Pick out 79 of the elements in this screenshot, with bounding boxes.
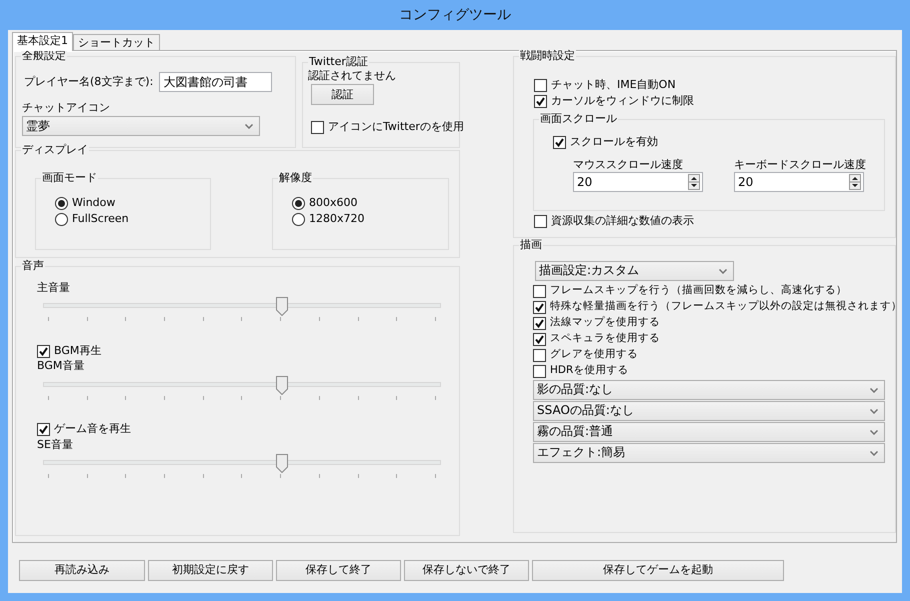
caret-icon: [870, 408, 878, 414]
checkbox-label: チャット時、IME自動ON: [551, 78, 676, 92]
group-title: Twitter認証: [308, 55, 369, 70]
checkbox-label: グレアを使用する: [550, 348, 638, 362]
field-label: キーボードスクロール速度: [734, 158, 866, 172]
group-title: 画面モード: [41, 171, 98, 186]
checkbox[interactable]: [533, 348, 546, 362]
tab[interactable]: ショートカット: [73, 34, 160, 50]
checkbox-label: フレームスキップを行う（描画回数を減らし、高速化する）: [550, 284, 847, 298]
checkbox[interactable]: [534, 78, 547, 92]
slider-thumb[interactable]: [276, 454, 288, 473]
radio-button[interactable]: [55, 212, 68, 226]
action-button[interactable]: 再読み込み: [19, 560, 145, 581]
radio-label: 800x600: [309, 196, 358, 210]
dropdown[interactable]: エフェクト:簡易: [533, 443, 885, 463]
action-button[interactable]: 保存しないで終了: [404, 560, 529, 581]
field-label: マウススクロール速度: [573, 158, 684, 172]
auth-button[interactable]: 認証: [311, 84, 374, 106]
checkbox-label: スクロールを有効: [570, 134, 658, 150]
slider-thumb[interactable]: [276, 297, 288, 316]
caret-icon: [870, 388, 878, 392]
caret-icon: [870, 430, 878, 434]
status-text: 認証されてません: [308, 69, 397, 84]
caret-icon: [245, 124, 253, 129]
checkbox-label: スペキュラを使用する: [550, 332, 660, 346]
checkbox-label: 法線マップを使用する: [550, 316, 660, 330]
spin-arrows-icon[interactable]: [688, 174, 700, 190]
checkbox-label: ゲーム音を再生: [54, 422, 131, 437]
checkbox[interactable]: [533, 332, 546, 346]
checkbox-label: 資源収集の詳細な数値の表示: [551, 214, 694, 228]
checkbox[interactable]: [533, 364, 546, 378]
checkbox-label: HDRを使用する: [550, 364, 628, 378]
dropdown[interactable]: 霊夢: [22, 116, 260, 136]
group-title: 画面スクロール: [539, 112, 618, 126]
window-title: コンフィグツール: [399, 6, 511, 24]
slider-label: BGM音量: [37, 359, 86, 374]
checkbox[interactable]: [37, 423, 50, 436]
caret-icon: [719, 268, 727, 274]
action-button[interactable]: 保存して終了: [276, 560, 401, 581]
action-button[interactable]: 保存してゲームを起動: [532, 560, 784, 581]
checkbox[interactable]: [533, 316, 546, 330]
checkbox[interactable]: [534, 214, 547, 228]
dropdown[interactable]: SSAOの品質:なし: [533, 401, 885, 421]
checkbox-label: BGM再生: [54, 344, 102, 358]
group-title: ディスプレイ: [21, 143, 89, 158]
radio-button[interactable]: [292, 212, 305, 226]
checkbox[interactable]: [311, 120, 324, 134]
radio-label: Window: [72, 196, 116, 210]
dropdown[interactable]: 描画設定:カスタム: [535, 261, 734, 281]
checkbox[interactable]: [533, 284, 546, 298]
group-title: 解像度: [278, 171, 313, 186]
group-title: 描画: [519, 238, 543, 252]
checkbox-label: 特殊な軽量描画を行う（フレームスキップ以外の設定は無視されます）: [550, 300, 902, 314]
checkbox[interactable]: [533, 300, 546, 314]
slider-thumb[interactable]: [276, 376, 288, 395]
radio-label: FullScreen: [72, 212, 129, 226]
radio-button[interactable]: [55, 196, 68, 210]
radio-button[interactable]: [292, 196, 305, 210]
group-title: 音声: [21, 259, 45, 274]
checkbox[interactable]: [37, 344, 50, 358]
spin-arrows-icon[interactable]: [849, 174, 861, 190]
checkbox[interactable]: [553, 136, 566, 148]
checkbox[interactable]: [534, 94, 547, 108]
group-title: 戦闘時設定: [519, 49, 576, 64]
caret-icon: [870, 450, 878, 456]
slider-label: 主音量: [37, 281, 71, 296]
field-label: チャットアイコン: [22, 101, 111, 116]
action-button[interactable]: 初期設定に戻す: [148, 560, 273, 581]
tab[interactable]: 基本設定1: [12, 32, 73, 51]
name-field[interactable]: 大図書館の司書: [159, 72, 272, 92]
number-field[interactable]: 20: [573, 172, 703, 192]
checkbox-label: カーソルをウィンドウに制限: [551, 94, 694, 108]
field-label: プレイヤー名(8文字まで):: [24, 74, 154, 90]
dropdown[interactable]: 霧の品質:普通: [533, 422, 885, 442]
number-field[interactable]: 20: [734, 172, 864, 192]
slider-label: SE音量: [37, 438, 74, 452]
radio-label: 1280x720: [309, 212, 364, 226]
dropdown[interactable]: 影の品質:なし: [533, 380, 885, 400]
checkbox-label: アイコンにTwitterのを使用: [328, 120, 464, 134]
